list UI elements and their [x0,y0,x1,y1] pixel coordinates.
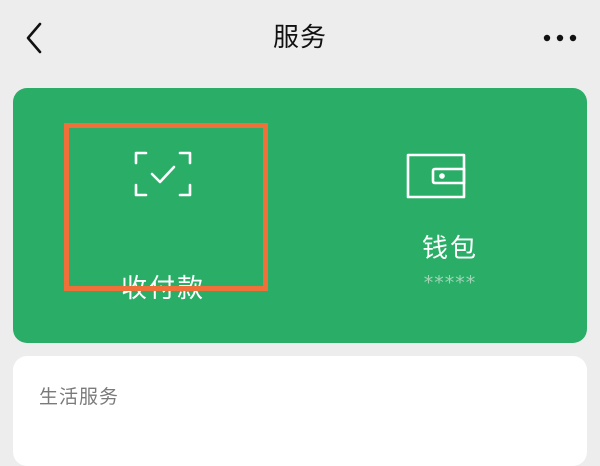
pay-and-receive-label: 收付款 [120,274,205,304]
top-navigation-bar: 服务 [0,0,600,76]
wallet-balance-masked: ***** [423,272,477,294]
page-title: 服务 [272,23,327,53]
wallet-icon [405,152,467,204]
life-services-title: 生活服务 [39,386,120,408]
services-card: 收付款 钱包 ***** [13,88,587,343]
more-horizontal-icon [543,34,577,42]
back-button[interactable] [14,18,54,58]
wallet-button[interactable]: 钱包 ***** [300,88,587,343]
pay-and-receive-button[interactable]: 收付款 [13,88,300,343]
chevron-left-icon [26,22,42,54]
scan-check-icon [134,151,192,201]
more-options-button[interactable] [532,18,588,58]
wallet-label: 钱包 [421,234,478,264]
